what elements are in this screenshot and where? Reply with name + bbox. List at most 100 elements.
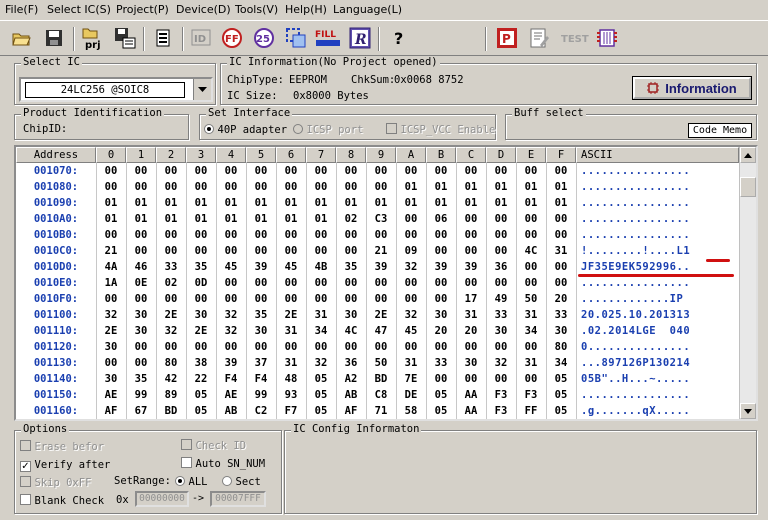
hex-byte-cell[interactable]: 09 xyxy=(396,243,426,259)
hex-byte-cell[interactable]: 31 xyxy=(516,307,546,323)
chip-icon[interactable] xyxy=(150,25,176,51)
hex-row[interactable]: 001110: 2E 30 32 2E 32 30 31 34 4C 47 45 20 20 30 34 30.… xyxy=(16,323,739,339)
hex-byte-cell[interactable]: 00 xyxy=(276,291,306,307)
hex-byte-cell[interactable]: 30 xyxy=(126,307,156,323)
hex-byte-cell[interactable]: 39 xyxy=(426,259,456,275)
hex-byte-cell[interactable]: 01 xyxy=(156,195,186,211)
fill-icon[interactable]: FILL xyxy=(314,25,344,51)
hex-row[interactable]: 001120: 30 00 00 00 00 00 00 00 00 00 00 00 00 00 00 80 0… xyxy=(16,339,739,355)
hex-byte-cell[interactable]: 00 xyxy=(216,163,246,179)
blank-check-checkbox[interactable] xyxy=(20,494,31,505)
ascii-cell[interactable]: ................ xyxy=(581,275,736,291)
hex-row[interactable]: 001090: 01 01 01 01 01 01 01 01 01 01 01 01 01 01 01 01.… xyxy=(16,195,739,211)
hex-row[interactable]: 0010A0: 01 01 01 01 01 01 01 01 02 C3 00 06 00 00 00 00.… xyxy=(16,211,739,227)
hex-byte-cell[interactable]: 00 xyxy=(216,275,246,291)
hex-row[interactable]: 001150: AE 99 89 05 AE 99 93 05 AB C8 DE 05 AA F3 F3 05.… xyxy=(16,387,739,403)
ascii-cell[interactable]: ................ xyxy=(581,179,736,195)
hex-byte-cell[interactable]: 01 xyxy=(426,195,456,211)
hex-byte-cell[interactable]: 00 xyxy=(276,179,306,195)
hex-byte-cell[interactable]: 48 xyxy=(276,371,306,387)
hex-byte-cell[interactable]: 00 xyxy=(216,339,246,355)
hex-byte-cell[interactable]: 31 xyxy=(516,355,546,371)
hex-byte-cell[interactable]: 00 xyxy=(186,243,216,259)
hex-byte-cell[interactable]: 00 xyxy=(336,291,366,307)
hex-byte-cell[interactable]: 01 xyxy=(96,211,126,227)
hex-byte-cell[interactable]: 00 xyxy=(276,275,306,291)
hex-byte-cell[interactable]: 34 xyxy=(306,323,336,339)
hex-byte-cell[interactable]: 00 xyxy=(546,211,576,227)
hex-byte-cell[interactable]: 01 xyxy=(396,195,426,211)
hex-byte-cell[interactable]: 2E xyxy=(96,323,126,339)
hex-byte-cell[interactable]: 00 xyxy=(546,227,576,243)
hex-byte-cell[interactable]: 30 xyxy=(546,323,576,339)
hex-byte-cell[interactable]: 33 xyxy=(546,307,576,323)
hex-byte-cell[interactable]: 2E xyxy=(366,307,396,323)
hex-byte-cell[interactable]: 05 xyxy=(186,387,216,403)
hex-byte-cell[interactable]: 05 xyxy=(426,403,456,419)
hex-row[interactable]: 001130: 00 00 80 38 39 37 31 32 36 50 31 33 30 32 31 34.… xyxy=(16,355,739,371)
hex-byte-cell[interactable]: 00 xyxy=(336,243,366,259)
hex-byte-cell[interactable]: 00 xyxy=(456,275,486,291)
hex-byte-cell[interactable]: AA xyxy=(456,403,486,419)
hex-byte-cell[interactable]: 36 xyxy=(336,355,366,371)
hex-byte-cell[interactable]: 06 xyxy=(426,211,456,227)
hex-byte-cell[interactable]: 39 xyxy=(366,259,396,275)
ascii-cell[interactable]: ................ xyxy=(581,387,736,403)
hex-byte-cell[interactable]: AE xyxy=(216,387,246,403)
hex-byte-cell[interactable]: 58 xyxy=(396,403,426,419)
hex-byte-cell[interactable]: 01 xyxy=(306,211,336,227)
hex-byte-cell[interactable]: 01 xyxy=(456,195,486,211)
hex-byte-cell[interactable]: 0E xyxy=(126,275,156,291)
hex-byte-cell[interactable]: 01 xyxy=(516,195,546,211)
hex-byte-cell[interactable]: 33 xyxy=(426,355,456,371)
ascii-cell[interactable]: 20.025.10.201313 xyxy=(581,307,736,323)
hex-byte-cell[interactable]: AB xyxy=(336,387,366,403)
hex-byte-cell[interactable]: AA xyxy=(456,387,486,403)
hex-byte-cell[interactable]: 01 xyxy=(126,211,156,227)
hex-byte-cell[interactable]: 21 xyxy=(366,243,396,259)
range-all-radio[interactable] xyxy=(175,476,185,486)
hex-byte-cell[interactable]: 80 xyxy=(546,339,576,355)
edit-icon[interactable] xyxy=(526,25,552,51)
hex-byte-cell[interactable]: 00 xyxy=(306,179,336,195)
hex-byte-cell[interactable]: 00 xyxy=(246,291,276,307)
hex-byte-cell[interactable]: 00 xyxy=(246,275,276,291)
hex-byte-cell[interactable]: 00 xyxy=(186,339,216,355)
hex-byte-cell[interactable]: 01 xyxy=(426,179,456,195)
hex-byte-cell[interactable]: 49 xyxy=(486,291,516,307)
hex-byte-cell[interactable]: 05 xyxy=(546,371,576,387)
auto-sn-option[interactable]: Auto SN_NUM xyxy=(181,457,265,470)
test-icon[interactable]: TEST xyxy=(560,25,592,51)
hex-byte-cell[interactable]: 00 xyxy=(306,339,336,355)
hex-byte-cell[interactable]: 01 xyxy=(186,195,216,211)
hex-byte-cell[interactable]: 00 xyxy=(96,227,126,243)
hex-byte-cell[interactable]: 39 xyxy=(216,355,246,371)
hex-row[interactable]: 001100: 32 30 2E 30 32 35 2E 31 30 2E 32 30 31 33 31 33 2… xyxy=(16,307,739,323)
hex-byte-cell[interactable]: 39 xyxy=(456,259,486,275)
hex-byte-cell[interactable]: 20 xyxy=(456,323,486,339)
hex-byte-cell[interactable]: 00 xyxy=(336,179,366,195)
hex-byte-cell[interactable]: 71 xyxy=(366,403,396,419)
hex-byte-cell[interactable]: 39 xyxy=(246,259,276,275)
select-region-icon[interactable] xyxy=(283,25,309,51)
hex-byte-cell[interactable]: 31 xyxy=(456,307,486,323)
hex-byte-cell[interactable]: 00 xyxy=(546,275,576,291)
scroll-thumb[interactable] xyxy=(740,177,756,197)
hex-byte-cell[interactable]: C2 xyxy=(246,403,276,419)
hex-byte-cell[interactable]: 01 xyxy=(306,195,336,211)
hex-byte-cell[interactable]: FF xyxy=(516,403,546,419)
hex-byte-cell[interactable]: 30 xyxy=(96,339,126,355)
hex-byte-cell[interactable]: 33 xyxy=(486,307,516,323)
hex-byte-cell[interactable]: BD xyxy=(366,371,396,387)
hex-byte-cell[interactable]: 00 xyxy=(156,243,186,259)
chip-config-icon[interactable] xyxy=(594,25,620,51)
hex-byte-cell[interactable]: 35 xyxy=(186,259,216,275)
hex-byte-cell[interactable]: 00 xyxy=(396,163,426,179)
menu-project[interactable]: Project(P) xyxy=(116,3,169,16)
hex-byte-cell[interactable]: AE xyxy=(96,387,126,403)
hex-byte-cell[interactable]: 00 xyxy=(486,339,516,355)
hex-byte-cell[interactable]: 00 xyxy=(396,211,426,227)
hex-byte-cell[interactable]: 00 xyxy=(186,291,216,307)
hex-byte-cell[interactable]: 00 xyxy=(336,339,366,355)
hex-byte-cell[interactable]: 01 xyxy=(276,195,306,211)
